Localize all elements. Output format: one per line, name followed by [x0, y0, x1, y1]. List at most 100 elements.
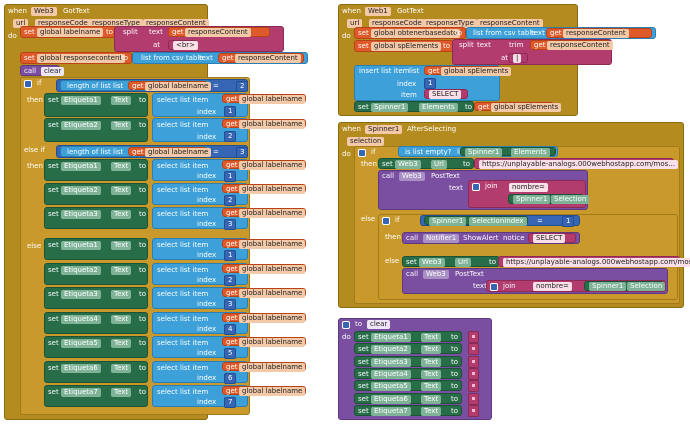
- set-responsecontent-block[interactable]: set global responsecontent to: [20, 52, 132, 64]
- set-web3-url-block-2[interactable]: set Web3 Url to: [402, 256, 500, 267]
- selection-prop-dropdown[interactable]: Selection: [551, 195, 590, 204]
- etiqueta1-dropdown[interactable]: Etiqueta1: [61, 241, 101, 250]
- var-dropdown[interactable]: global labelname: [145, 148, 212, 157]
- text-prop-dropdown[interactable]: Text: [421, 357, 442, 367]
- elements-prop-dropdown[interactable]: Elements: [511, 148, 550, 157]
- web3-dropdown[interactable]: Web3: [395, 160, 421, 169]
- spinner-elements-getter[interactable]: Spinner1 Elements: [460, 147, 556, 157]
- number-1[interactable]: 1: [224, 106, 237, 117]
- text-literal-select[interactable]: SELECT: [424, 89, 468, 99]
- etiqueta5-dropdown[interactable]: Etiqueta5: [61, 339, 101, 348]
- spinner-selection-getter[interactable]: Spinner1 Selection: [508, 194, 590, 204]
- get-labelname[interactable]: get global labelname: [222, 184, 306, 194]
- web3-dropdown[interactable]: Web3: [399, 172, 425, 181]
- text-prop-dropdown[interactable]: Text: [421, 345, 442, 355]
- text-prop-dropdown[interactable]: Text: [111, 121, 132, 130]
- get-labelname[interactable]: get global labelname: [222, 239, 306, 249]
- set-etiqueta4-row[interactable]: set Etiqueta4 Text to: [44, 311, 148, 334]
- get-responsecontent[interactable]: get responseContent: [546, 28, 652, 38]
- text-value[interactable]: <br>: [173, 41, 199, 50]
- text-prop-dropdown[interactable]: Text: [111, 314, 132, 324]
- text-prop-dropdown[interactable]: Text: [111, 96, 132, 105]
- etiqueta7-dropdown[interactable]: Etiqueta7: [371, 406, 411, 416]
- etiqueta1-dropdown[interactable]: Etiqueta1: [61, 162, 101, 171]
- text-value[interactable]: SELECT: [429, 90, 462, 99]
- get-labelname[interactable]: get global labelname: [222, 208, 306, 218]
- var-dropdown[interactable]: global labelname: [239, 209, 306, 218]
- set-etiqueta2-row[interactable]: set Etiqueta2 Text to: [44, 118, 148, 142]
- var-dropdown[interactable]: responseContent: [563, 29, 629, 38]
- set-etiqueta7-text-empty[interactable]: set Etiqueta7 Text to: [354, 404, 462, 416]
- eq-op[interactable]: =: [537, 217, 543, 226]
- text-literal-br[interactable]: <br>: [168, 40, 199, 50]
- param-selection[interactable]: selection: [347, 137, 385, 146]
- text-value[interactable]: |: [513, 54, 522, 63]
- set-etiqueta4-text-empty[interactable]: set Etiqueta4 Text to: [354, 367, 462, 379]
- number-2[interactable]: 2: [236, 81, 249, 92]
- get-responsecontent-2[interactable]: get responseContent: [218, 53, 304, 63]
- nombre-literal[interactable]: nombre=: [533, 282, 572, 291]
- empty-text-literal[interactable]: [468, 343, 479, 356]
- etiqueta4-dropdown[interactable]: Etiqueta4: [371, 369, 411, 379]
- url-prop-dropdown[interactable]: Url: [455, 258, 471, 267]
- gear-icon[interactable]: [358, 149, 366, 157]
- spinner1-dropdown[interactable]: Spinner1: [465, 148, 503, 157]
- set-web3-url-block[interactable]: set Web3 Url to: [378, 158, 474, 169]
- get-spelements-2[interactable]: get global spElements: [474, 102, 562, 112]
- spinner-selectionindex-getter[interactable]: Spinner1 SelectionIndex: [424, 216, 528, 226]
- number-1[interactable]: 1: [424, 78, 437, 89]
- text-prop-dropdown[interactable]: Text: [421, 382, 442, 392]
- number-1[interactable]: 1: [562, 216, 575, 227]
- var-dropdown[interactable]: global labelname: [239, 120, 306, 129]
- var-dropdown[interactable]: global labelname: [239, 338, 306, 347]
- etiqueta1-dropdown[interactable]: Etiqueta1: [61, 96, 101, 105]
- var-dropdown[interactable]: global spElements: [441, 67, 512, 76]
- component-web3[interactable]: Web3: [31, 7, 57, 16]
- set-etiqueta5-row[interactable]: set Etiqueta5 Text to: [44, 336, 148, 358]
- gear-icon[interactable]: [490, 283, 498, 291]
- number-4[interactable]: 4: [224, 323, 237, 335]
- set-etiqueta1-row[interactable]: set Etiqueta1 Text to: [44, 238, 148, 260]
- spinner1-dropdown[interactable]: Spinner1: [371, 103, 409, 112]
- get-labelname-cond2[interactable]: get global labelname: [128, 147, 212, 157]
- var-dropdown[interactable]: global obtenerbasedato: [371, 29, 461, 38]
- etiqueta3-dropdown[interactable]: Etiqueta3: [61, 210, 101, 219]
- var-dropdown[interactable]: global labelname: [239, 95, 306, 104]
- text-prop-dropdown[interactable]: Text: [421, 406, 442, 416]
- set-etiqueta3-row[interactable]: set Etiqueta3 Text to: [44, 207, 148, 229]
- web3-dropdown[interactable]: Web3: [423, 270, 449, 279]
- etiqueta6-dropdown[interactable]: Etiqueta6: [61, 363, 101, 373]
- var-dropdown[interactable]: global responsecontent: [37, 54, 126, 63]
- selection-prop-dropdown[interactable]: Selection: [627, 282, 666, 291]
- text-prop-dropdown[interactable]: Text: [111, 363, 132, 373]
- number-6[interactable]: 6: [224, 372, 237, 384]
- etiqueta1-dropdown[interactable]: Etiqueta1: [371, 333, 411, 342]
- text-prop-dropdown[interactable]: Text: [111, 162, 132, 171]
- url-value[interactable]: https://unplayable-analogs.000webhostapp…: [479, 160, 678, 169]
- gear-icon[interactable]: [24, 80, 32, 88]
- number-1[interactable]: 1: [224, 250, 237, 261]
- set-etiqueta2-row[interactable]: set Etiqueta2 Text to: [44, 262, 148, 285]
- set-etiqueta2-text-empty[interactable]: set Etiqueta2 Text to: [354, 343, 462, 355]
- spinner-selection-getter-2[interactable]: Spinner1 Selection: [584, 281, 666, 291]
- number-2[interactable]: 2: [224, 274, 237, 286]
- var-dropdown[interactable]: global labelname: [239, 289, 306, 298]
- notifier1-dropdown[interactable]: Notifier1: [423, 234, 460, 243]
- text-literal-pipe[interactable]: |: [508, 53, 528, 63]
- get-labelname[interactable]: get global labelname: [128, 81, 212, 91]
- var-dropdown[interactable]: global labelname: [145, 82, 212, 91]
- call-clear-block[interactable]: call clear: [20, 65, 65, 76]
- nombre-literal[interactable]: nombre=: [509, 183, 548, 192]
- var-dropdown[interactable]: responseContent: [235, 54, 301, 63]
- gear-icon[interactable]: [342, 321, 350, 329]
- empty-text-literal[interactable]: [468, 367, 479, 380]
- empty-text-literal[interactable]: [468, 331, 479, 343]
- etiqueta3-dropdown[interactable]: Etiqueta3: [61, 290, 101, 299]
- number-3[interactable]: 3: [224, 299, 237, 310]
- etiqueta2-dropdown[interactable]: Etiqueta2: [61, 186, 101, 195]
- get-labelname[interactable]: get global labelname: [222, 160, 306, 170]
- set-etiqueta5-text-empty[interactable]: set Etiqueta5 Text to: [354, 380, 462, 392]
- spinner1-dropdown[interactable]: Spinner1: [589, 282, 627, 291]
- text-literal-select-2[interactable]: SELECT: [528, 233, 576, 243]
- text-value[interactable]: SELECT: [533, 234, 566, 243]
